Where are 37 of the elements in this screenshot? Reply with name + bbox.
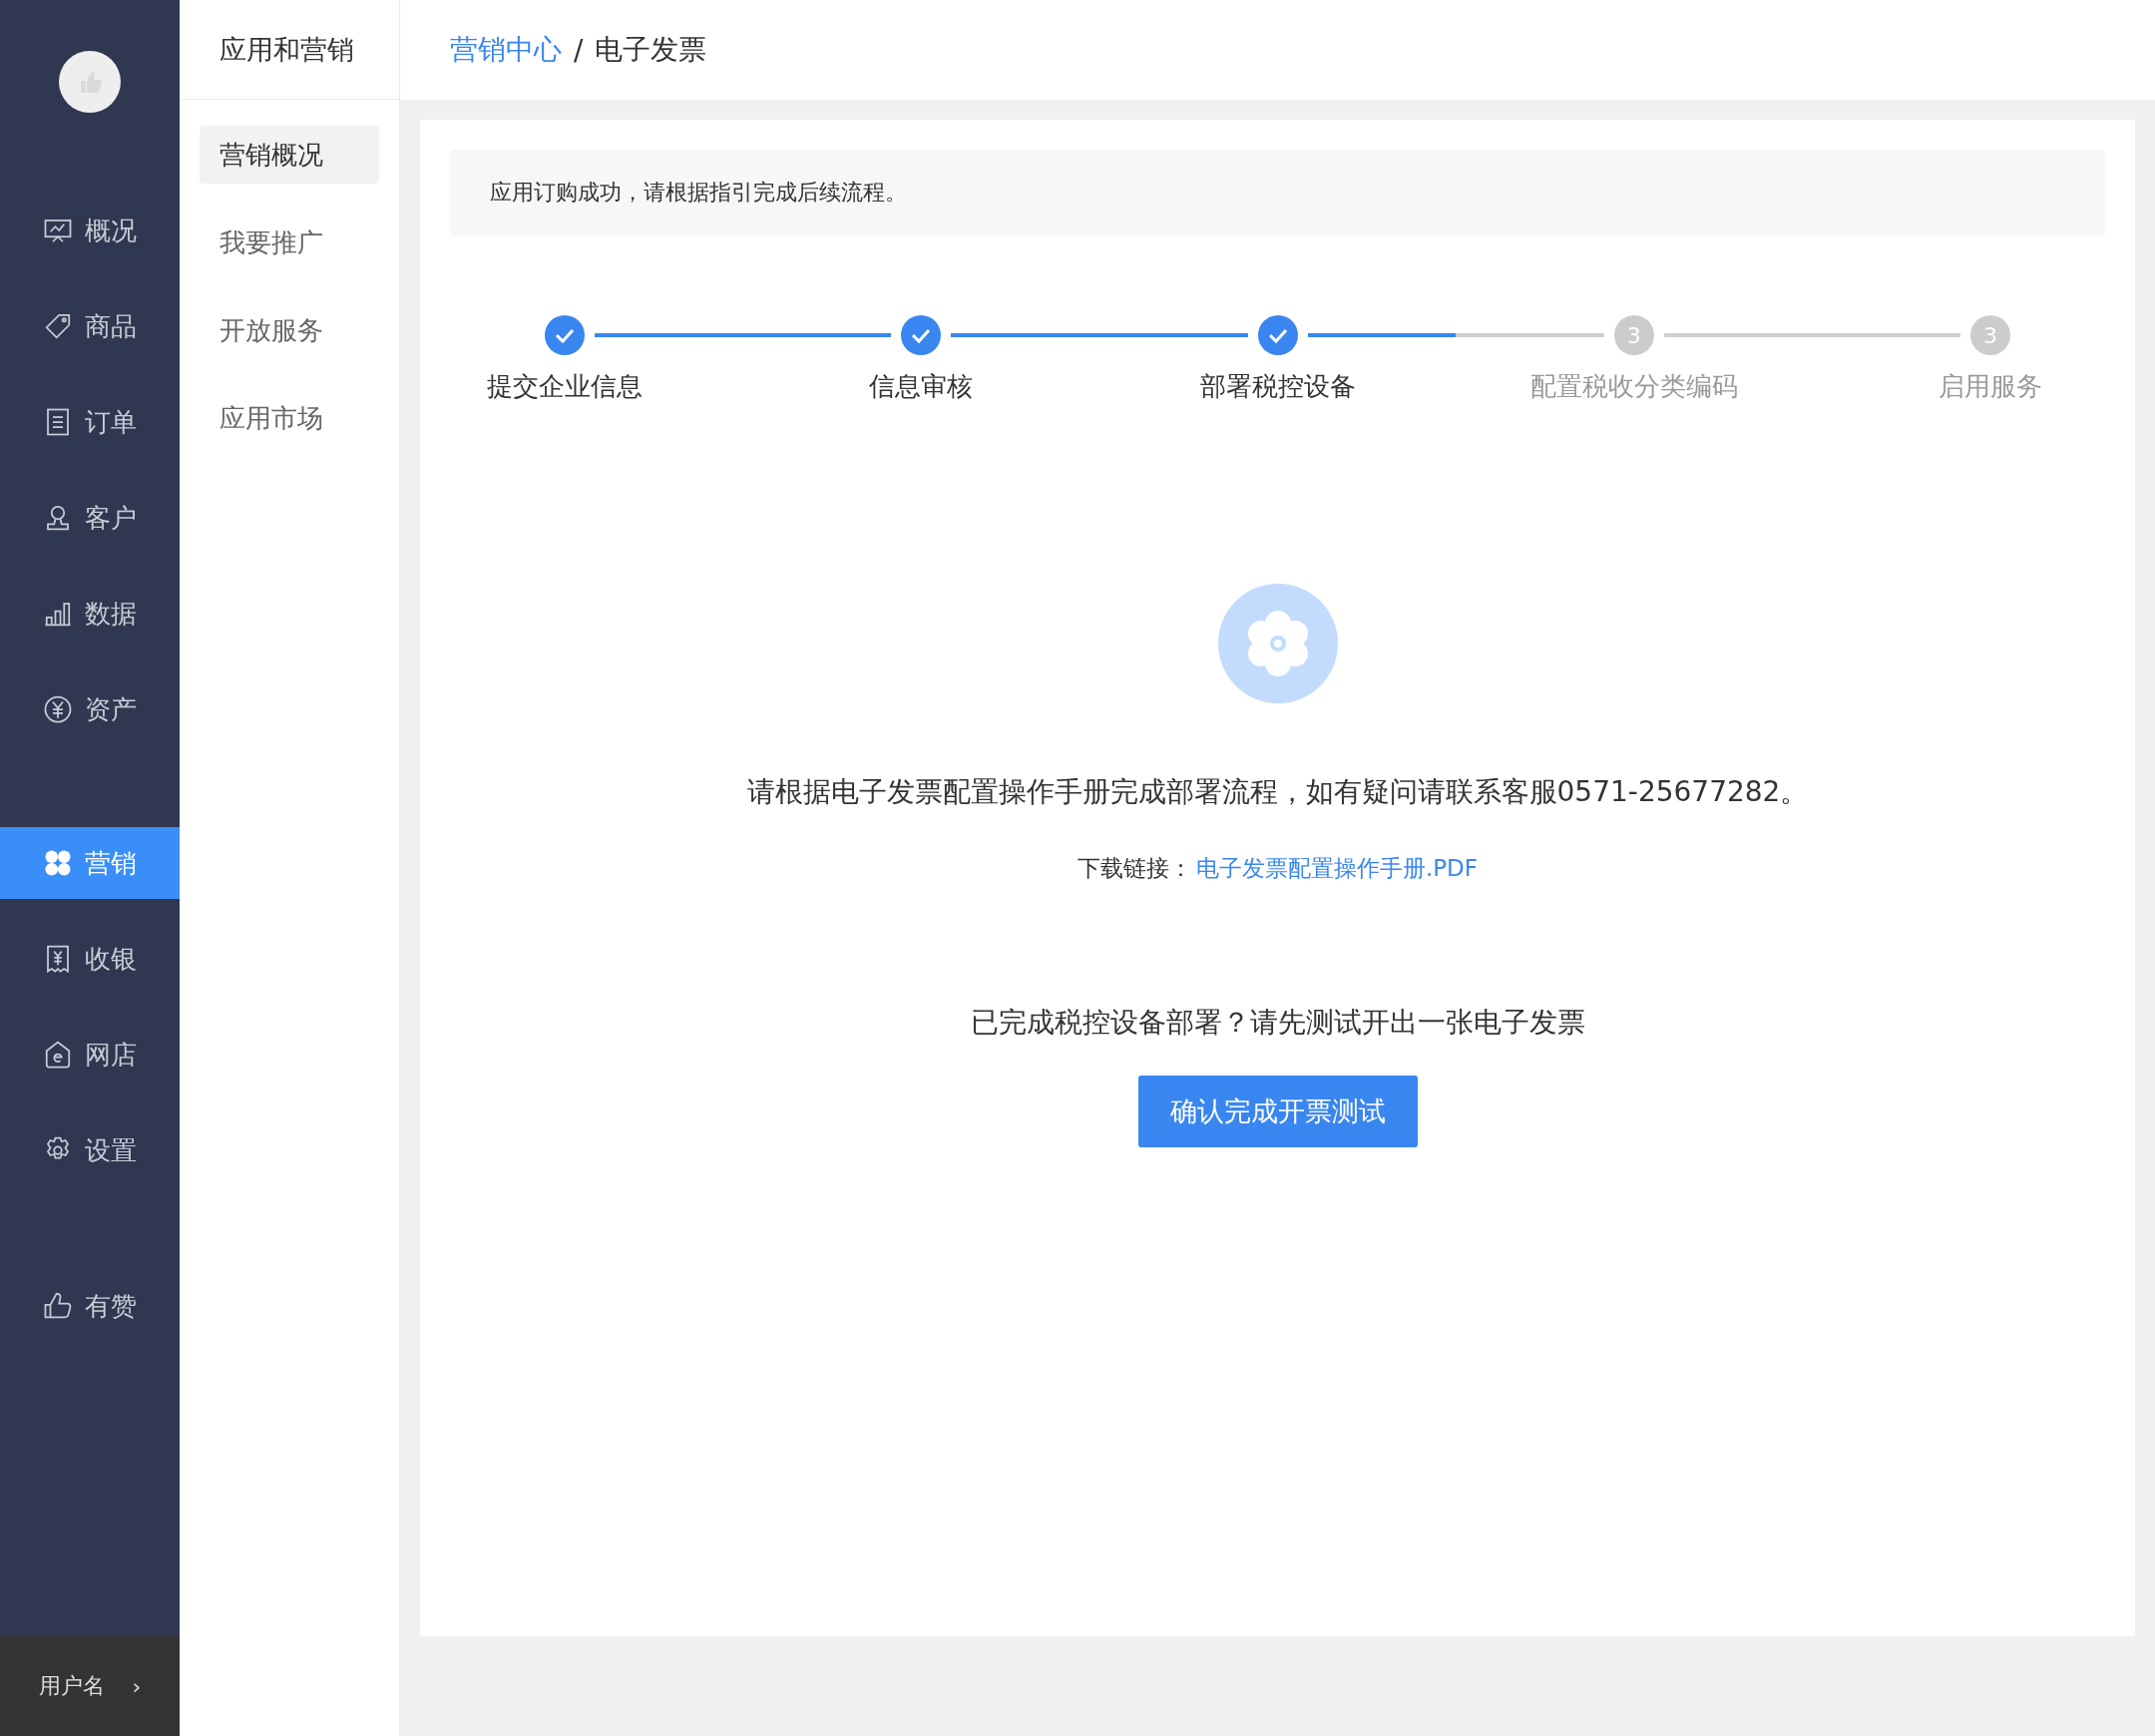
download-link[interactable]: 电子发票配置操作手册.PDF bbox=[1195, 855, 1479, 881]
sidebar-item[interactable]: 商品 bbox=[0, 290, 180, 362]
breadcrumb-link[interactable]: 营销中心 bbox=[450, 31, 562, 69]
sidebar-item[interactable]: 有赞 bbox=[0, 1270, 180, 1342]
thumbs-up-icon bbox=[43, 1291, 73, 1321]
notice-text: 应用订购成功，请根据指引完成后续流程。 bbox=[490, 179, 907, 207]
submenu-item[interactable]: 营销概况 bbox=[200, 126, 379, 184]
submenu-item[interactable]: 开放服务 bbox=[200, 301, 379, 359]
sidebar-item[interactable]: 设置 bbox=[0, 1114, 180, 1186]
download-label: 下载链接： bbox=[1077, 855, 1192, 881]
user-menu[interactable]: 用户名 › bbox=[0, 1636, 180, 1736]
breadcrumb-separator: / bbox=[574, 33, 584, 67]
tag-icon bbox=[43, 311, 73, 341]
step-label: 配置税收分类编码 bbox=[1529, 370, 1738, 403]
house-icon bbox=[43, 1040, 73, 1070]
step-label: 提交企业信息 bbox=[487, 370, 643, 403]
submenu-item[interactable]: 我要推广 bbox=[200, 214, 379, 271]
sidebar-item[interactable]: 订单 bbox=[0, 386, 180, 458]
panel-title: 应用和营销 bbox=[219, 32, 354, 67]
sidebar-item[interactable]: 资产 bbox=[0, 673, 180, 745]
sidebar-item[interactable]: 收银 bbox=[0, 923, 180, 995]
confirm-button[interactable]: 确认完成开票测试 bbox=[1137, 1076, 1418, 1147]
step-label: 信息审核 bbox=[869, 370, 974, 403]
sidebar-item[interactable]: 客户 bbox=[0, 482, 180, 554]
breadcrumb-current: 电子发票 bbox=[595, 32, 707, 68]
sidebar-item[interactable]: 数据 bbox=[0, 578, 180, 650]
instruction-text: 请根据电子发票配置操作手册完成部署流程，如有疑问请联系客服0571-25677282。 bbox=[746, 774, 1809, 810]
sidebar-item[interactable]: 概况 bbox=[0, 195, 180, 266]
step-label: 启用服务 bbox=[1939, 370, 2042, 403]
question-text: 已完成税控设备部署？请先测试开出一张电子发票 bbox=[970, 1005, 1585, 1041]
step-label: 部署税控设备 bbox=[1199, 370, 1356, 403]
sidebar-item[interactable]: 网店 bbox=[0, 1019, 180, 1090]
yen-circle-icon bbox=[43, 694, 73, 724]
clover-icon bbox=[43, 848, 73, 878]
avatar-icon bbox=[59, 51, 121, 113]
gear-icon bbox=[1217, 584, 1338, 703]
submenu-item[interactable]: 应用市场 bbox=[200, 389, 379, 447]
